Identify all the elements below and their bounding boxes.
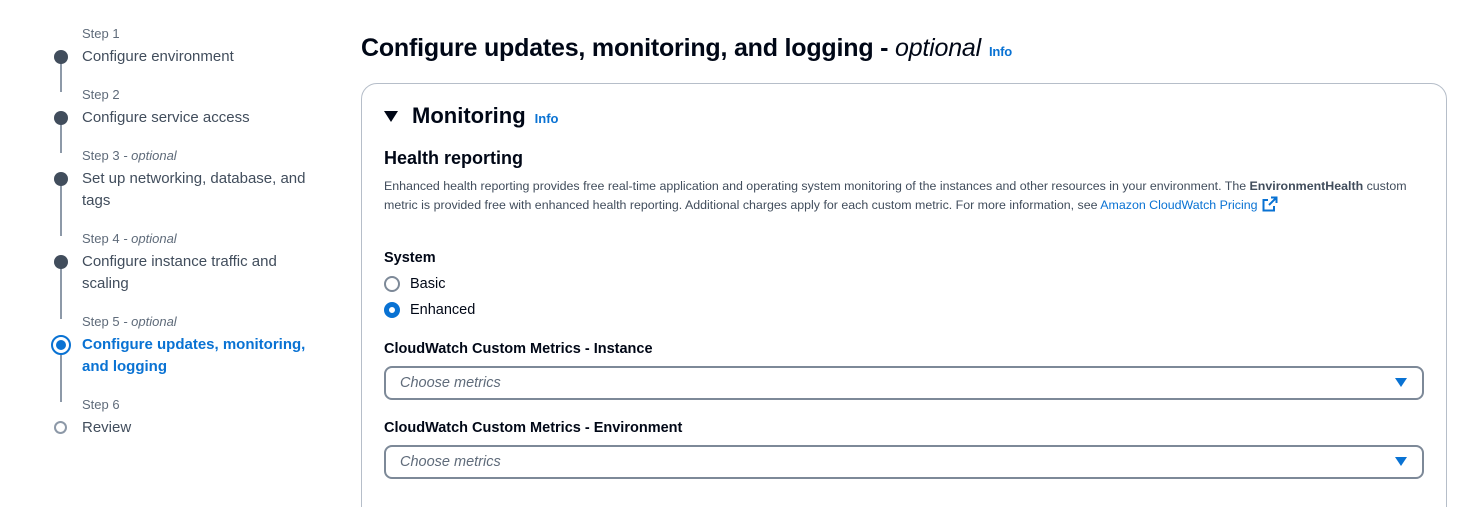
radio-basic[interactable]: Basic	[384, 276, 445, 292]
step-complete-indicator	[54, 255, 68, 269]
caret-down-icon	[1395, 457, 1407, 466]
system-label: System	[384, 250, 436, 266]
step-connector	[60, 350, 62, 402]
page-title: Configure updates, monitoring, and loggi…	[361, 34, 1013, 62]
step-pending-indicator	[54, 421, 67, 434]
instance-metrics-label: CloudWatch Custom Metrics - Instance	[384, 341, 653, 357]
select-placeholder: Choose metrics	[400, 454, 501, 470]
monitoring-panel: Monitoring Info Health reporting Enhance…	[361, 83, 1447, 507]
step-connector	[60, 267, 62, 319]
health-reporting-title: Health reporting	[384, 148, 524, 168]
external-link-icon	[1262, 196, 1278, 211]
health-reporting-description: Enhanced health reporting provides free …	[384, 179, 1407, 212]
step-caption: Step 1	[82, 26, 120, 41]
step-caption: Step 4 - optional	[82, 231, 177, 246]
caret-down-icon	[1395, 378, 1407, 387]
radio-unchecked-icon[interactable]	[384, 276, 400, 292]
step-title[interactable]: Configure service access	[82, 107, 327, 129]
step-current-indicator	[51, 335, 71, 355]
step-connector	[60, 123, 62, 153]
environment-metrics-select[interactable]: Choose metrics	[384, 445, 1424, 479]
step-caption: Step 6	[82, 397, 120, 412]
radio-enhanced[interactable]: Enhanced	[384, 302, 475, 318]
select-placeholder: Choose metrics	[400, 375, 501, 391]
instance-metrics-select[interactable]: Choose metrics	[384, 366, 1424, 400]
step-caption: Step 2	[82, 87, 120, 102]
step-title[interactable]: Configure environment	[82, 46, 327, 68]
step-caption: Step 3 - optional	[82, 148, 177, 163]
wizard-steps-nav: Step 1 Configure environment Step 2 Conf…	[0, 0, 340, 507]
step-title: Review	[82, 419, 132, 436]
cloudwatch-pricing-link[interactable]: Amazon CloudWatch Pricing	[1100, 196, 1278, 212]
step-complete-indicator	[54, 111, 68, 125]
section-title: Monitoring	[412, 103, 526, 128]
radio-label: Enhanced	[410, 302, 476, 318]
environment-metrics-label: CloudWatch Custom Metrics - Environment	[384, 420, 683, 436]
monitoring-expand-toggle[interactable]: Monitoring Info	[384, 103, 558, 129]
monitoring-info-link[interactable]: Info	[535, 111, 559, 126]
caret-down-icon	[384, 110, 398, 122]
radio-checked-icon[interactable]	[384, 302, 400, 318]
step-connector	[60, 184, 62, 236]
step-complete-indicator	[54, 172, 68, 186]
step-connector	[60, 62, 62, 92]
step-title[interactable]: Configure instance traffic and scaling	[82, 251, 327, 295]
step-caption: Step 5 - optional	[82, 314, 177, 329]
page-info-link[interactable]: Info	[989, 44, 1012, 59]
step-title[interactable]: Set up networking, database, and tags	[82, 168, 327, 212]
step-complete-indicator	[54, 50, 68, 64]
step-title: Configure updates, monitoring, and loggi…	[82, 336, 306, 375]
radio-label: Basic	[410, 276, 446, 292]
